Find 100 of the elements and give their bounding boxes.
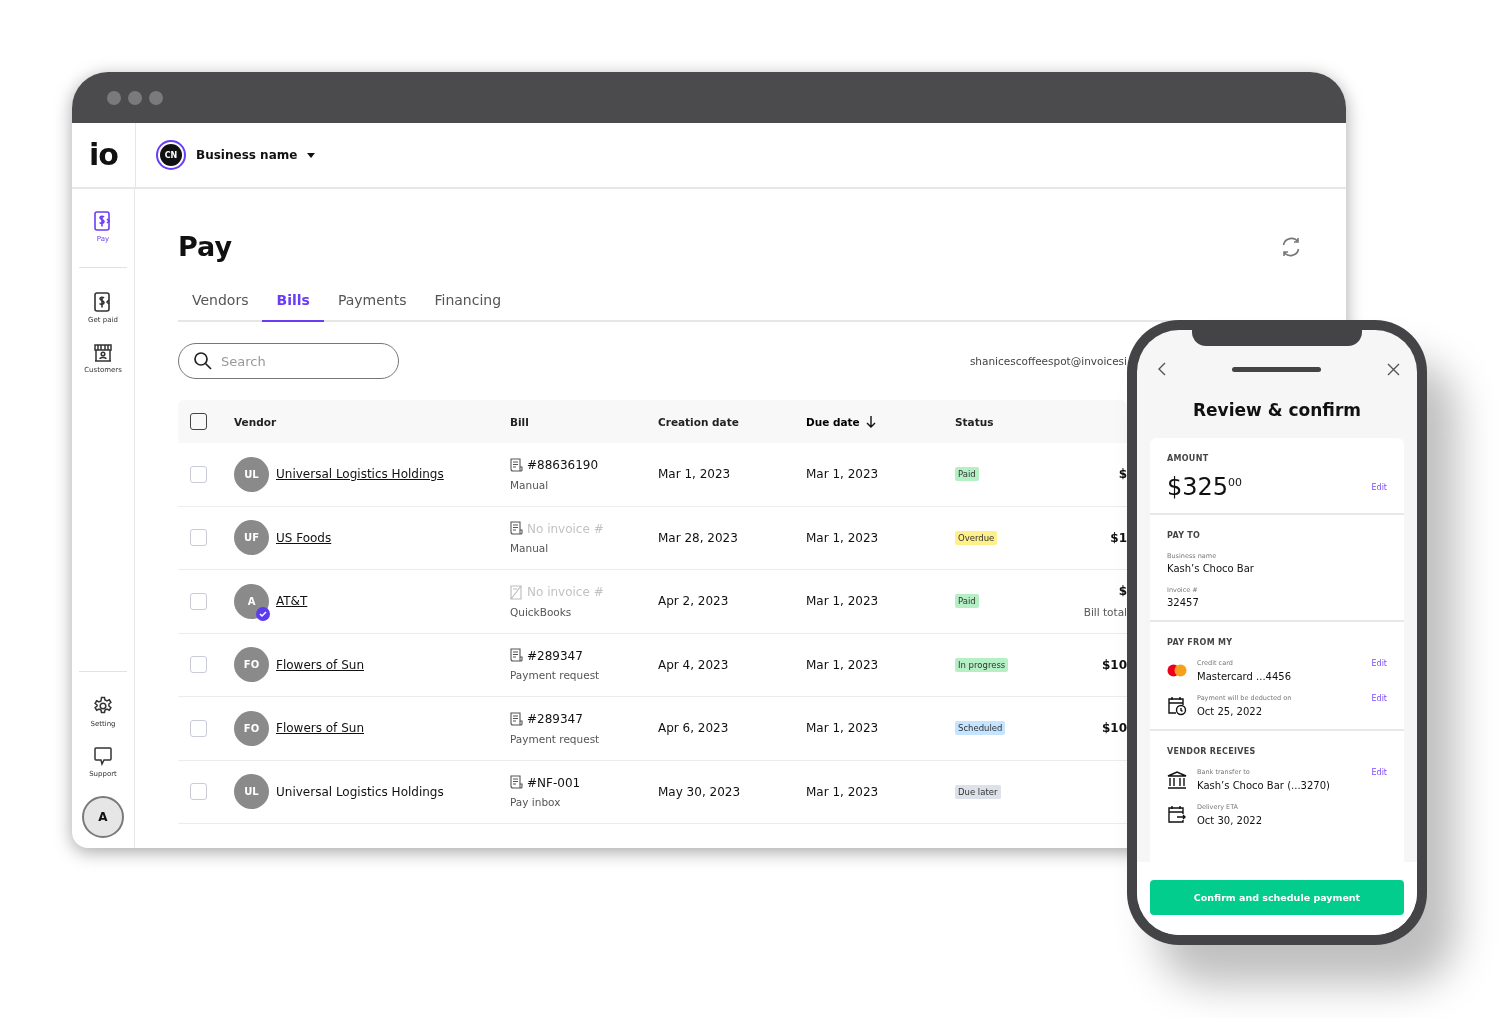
section-label: AMOUNT (1167, 454, 1210, 463)
status-tag: Paid (955, 594, 979, 609)
field-value: Mastercard ...4456 (1197, 671, 1292, 682)
bill-number: No invoice # (527, 521, 604, 536)
close-icon[interactable] (1387, 362, 1400, 376)
vendor-avatar: UL (234, 456, 269, 492)
amount-cell: $ (1118, 467, 1127, 482)
table-cell-text: Mar 1, 2023 (806, 467, 880, 482)
chat-bubble-icon (93, 746, 113, 766)
vendor-avatar: FO (234, 647, 269, 683)
receipt-icon (510, 711, 523, 727)
column-header[interactable]: Vendor (234, 415, 510, 428)
receipt-icon (510, 521, 523, 537)
settings-icon (93, 696, 113, 716)
status-tag: Due later (955, 784, 1001, 799)
status-tag: Paid (955, 467, 979, 482)
vendor-link[interactable]: US Foods (276, 530, 332, 545)
vendor-avatar: UL (234, 774, 269, 810)
field-value: Oct 30, 2022 (1197, 815, 1263, 826)
vendor-name: Universal Logistics Holdings (276, 784, 444, 799)
vendor-link[interactable]: Flowers of Sun (276, 657, 364, 672)
column-header[interactable]: Creation date (658, 415, 806, 428)
amount-value: $325$^{00}$ (1167, 473, 1243, 501)
edit-link[interactable]: Edit (1371, 483, 1387, 492)
vendor-avatar: FO (234, 710, 269, 746)
vendor-link[interactable]: Flowers of Sun (276, 721, 364, 736)
window-control-icon[interactable] (128, 90, 142, 105)
table-cell-text: Apr 4, 2023 (658, 657, 730, 672)
table-cell-text: Apr 2, 2023 (658, 594, 730, 609)
crossed-receipt-icon (510, 584, 523, 600)
table-cell-text: Mar 1, 2023 (806, 721, 880, 736)
tab[interactable]: Vendors (178, 292, 263, 322)
dollar-document-icon (94, 292, 112, 312)
bill-number: #289347 (527, 712, 583, 727)
search-field[interactable]: Search (178, 343, 399, 379)
search-icon (193, 351, 213, 371)
section-label: VENDOR RECEIVES (1167, 747, 1257, 756)
section-label: PAY FROM MY (1167, 638, 1234, 647)
bill-source: Pay inbox (510, 796, 562, 809)
edit-link[interactable]: Edit (1371, 694, 1387, 703)
status-tag: Overdue (955, 530, 998, 545)
card-brand-icon (1167, 664, 1187, 677)
bill-source: Manual (510, 478, 550, 491)
field-value: Kash’s Choco Bar (...3270) (1197, 780, 1331, 791)
window-control-icon[interactable] (107, 90, 121, 105)
sheet-title: Review & confirm (1192, 400, 1362, 420)
app-logo: io (89, 140, 118, 170)
bill-source: Payment request (510, 732, 601, 745)
amount-cell: $10 (1101, 657, 1127, 672)
page-title: Pay (178, 231, 233, 262)
receipt-icon (510, 775, 523, 791)
column-header[interactable]: Bill (510, 415, 658, 428)
field-value: Kash’s Choco Bar (1167, 563, 1255, 574)
refresh-icon[interactable] (1280, 235, 1302, 258)
table-cell-text: Mar 1, 2023 (806, 594, 880, 609)
drag-handle[interactable] (1232, 366, 1321, 372)
amount-cell: $1 (1110, 530, 1127, 545)
bill-number: #289347 (527, 648, 583, 663)
bill-source: Payment request (510, 669, 601, 682)
verified-badge-icon (256, 606, 270, 621)
table-cell-text: May 30, 2023 (658, 784, 742, 799)
bill-source: Manual (510, 542, 550, 555)
bank-icon (1167, 770, 1187, 789)
business-avatar: CN (160, 144, 182, 166)
field-value: Oct 25, 2022 (1197, 706, 1263, 717)
user-avatar[interactable]: A (82, 796, 124, 838)
column-header[interactable]: Due date (806, 415, 955, 428)
vendor-link[interactable]: AT&T (276, 594, 308, 609)
table-cell-text: Mar 1, 2023 (806, 657, 880, 672)
checkbox[interactable] (190, 413, 207, 430)
caret-icon[interactable] (307, 152, 316, 158)
vendor-link[interactable]: Universal Logistics Holdings (276, 467, 444, 482)
status-tag: Scheduled (955, 721, 1006, 736)
back-icon[interactable] (1157, 362, 1166, 376)
storefront-icon (93, 342, 113, 362)
table-cell-text: Mar 1, 2023 (806, 784, 880, 799)
tab[interactable]: Bills (262, 292, 324, 322)
calendar-arrow-icon (1167, 804, 1187, 825)
window-control-icon[interactable] (149, 90, 163, 105)
edit-link[interactable]: Edit (1371, 768, 1387, 777)
tab[interactable]: Financing (420, 292, 516, 322)
sort-arrow-icon (865, 415, 876, 428)
status-tag: In progress (955, 657, 1009, 672)
bill-number: #88636190 (527, 458, 599, 473)
receipt-icon (510, 457, 523, 473)
calendar-clock-icon (1167, 695, 1187, 716)
amount-cell: $ (1118, 584, 1127, 599)
vendor-avatar: A (234, 583, 269, 619)
business-selector[interactable]: Business name (196, 148, 298, 162)
dollar-document-icon (94, 211, 112, 231)
bill-number: #NF-001 (527, 775, 581, 790)
edit-link[interactable]: Edit (1371, 659, 1387, 668)
field-value: 32457 (1167, 597, 1200, 608)
inbox-email: shanicescoffeespot@invoicesi (969, 355, 1127, 367)
amount-cell: $10 (1101, 721, 1127, 736)
tab[interactable]: Payments (323, 292, 421, 322)
table-cell-text: Mar 1, 2023 (658, 467, 732, 482)
table-cell-text: Mar 1, 2023 (806, 530, 880, 545)
vendor-avatar: UF (234, 520, 269, 556)
column-header[interactable]: Status (955, 415, 1027, 428)
